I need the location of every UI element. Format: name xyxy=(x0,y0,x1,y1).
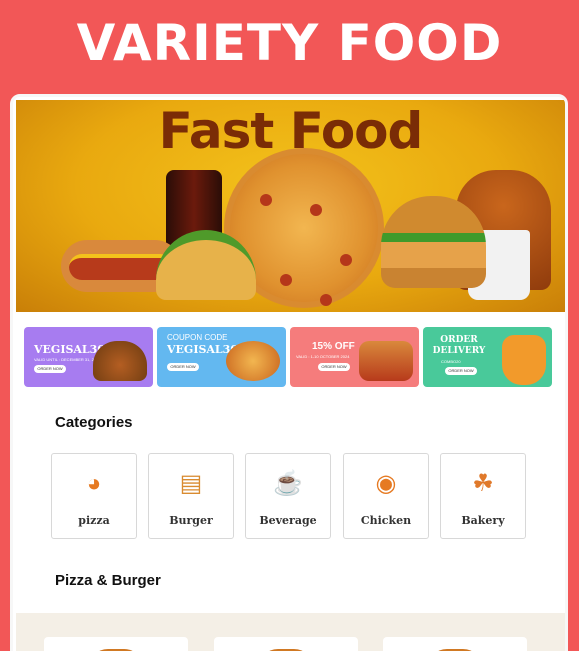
category-list: ◕ pizza ▤ Burger ☕ Beverage ◉ Chicken ☘ … xyxy=(51,453,531,541)
delivery-scooter-icon xyxy=(502,335,546,385)
order-now-button[interactable]: ORDER NOW xyxy=(167,363,199,371)
category-label: Beverage xyxy=(259,514,317,527)
coupon-code: COMBO20 xyxy=(441,359,461,364)
category-burger[interactable]: ▤ Burger xyxy=(148,453,234,539)
category-label: Burger xyxy=(169,514,213,527)
coupon-title: ORDER DELIVERY xyxy=(432,335,486,356)
product-card[interactable] xyxy=(383,637,527,651)
coupon-validity: VALID UNTIL : DECEMBER 31, 2024 xyxy=(34,357,101,362)
category-label: Bakery xyxy=(461,514,505,527)
burger-image xyxy=(381,196,486,288)
coupon-carousel: VEGISAL30 VALID UNTIL : DECEMBER 31, 202… xyxy=(24,327,554,387)
category-pizza[interactable]: ◕ pizza xyxy=(51,453,137,539)
chicken-icon: ◉ xyxy=(375,470,397,497)
category-label: Chicken xyxy=(360,514,412,527)
promo-headline: VARIETY FOOD xyxy=(76,14,503,72)
coupon-card[interactable]: ORDER DELIVERY COMBO20 ORDER NOW xyxy=(423,327,552,387)
coupon-validity: VALID : 1-10 OCTOBER 2024 xyxy=(296,354,350,359)
pizza-icon xyxy=(226,341,280,381)
category-beverage[interactable]: ☕ Beverage xyxy=(245,453,331,539)
hero-banner[interactable]: Fast Food xyxy=(16,100,565,312)
pizza-burger-heading: Pizza & Burger xyxy=(55,572,161,589)
fries-hotdog-icon xyxy=(359,341,413,381)
category-bakery[interactable]: ☘ Bakery xyxy=(440,453,526,539)
product-card[interactable] xyxy=(214,637,358,651)
bakery-icon: ☘ xyxy=(472,470,494,497)
category-chicken[interactable]: ◉ Chicken xyxy=(343,453,429,539)
phone-screen: Fast Food VEGISAL30 VALID UNTIL : DECEMB… xyxy=(10,94,568,651)
order-now-button[interactable]: ORDER NOW xyxy=(34,365,66,373)
order-now-button[interactable]: ORDER NOW xyxy=(445,367,477,375)
coupon-discount: 15% OFF xyxy=(312,341,355,352)
categories-heading: Categories xyxy=(55,414,133,431)
coupon-card[interactable]: VEGISAL30 VALID UNTIL : DECEMBER 31, 202… xyxy=(24,327,153,387)
burger-icon xyxy=(93,341,147,381)
burger-icon: ▤ xyxy=(179,470,203,497)
coupon-card[interactable]: COUPON CODE VEGISAL30 ORDER NOW xyxy=(157,327,286,387)
product-strip xyxy=(16,613,565,651)
pizza-icon: ◕ xyxy=(86,470,102,497)
product-card[interactable] xyxy=(44,637,188,651)
beverage-icon: ☕ xyxy=(273,470,303,497)
coupon-caption: COUPON CODE xyxy=(167,333,228,342)
order-now-button[interactable]: ORDER NOW xyxy=(318,363,350,371)
coupon-card[interactable]: 15% OFF VALID : 1-10 OCTOBER 2024 ORDER … xyxy=(290,327,419,387)
category-label: pizza xyxy=(78,514,110,527)
